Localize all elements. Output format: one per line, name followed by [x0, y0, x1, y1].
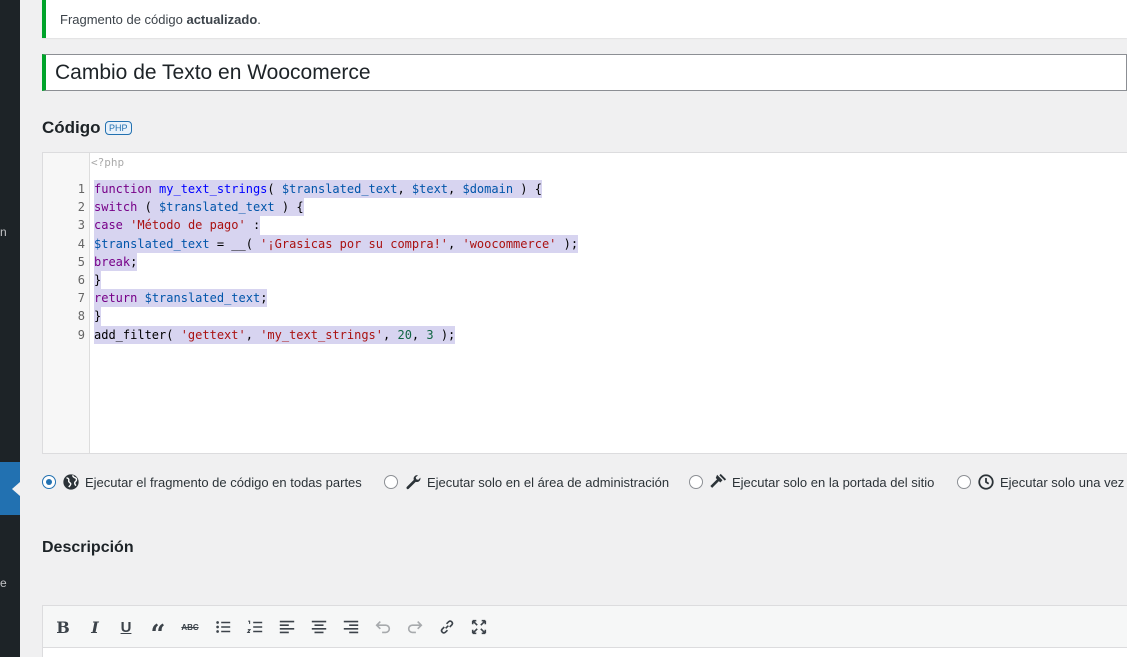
italic-button[interactable]: I [84, 616, 106, 638]
wrench-icon [404, 473, 422, 491]
code-line[interactable]: 1 function my_text_strings( $translated_t… [43, 180, 1127, 199]
code-line-text[interactable]: case 'Método de pago' : [94, 216, 261, 235]
fullscreen-button[interactable] [468, 616, 490, 638]
code-line[interactable]: 3 case 'Método de pago' : [43, 216, 1127, 235]
line-number: 5 [77, 254, 85, 269]
code-line[interactable]: 5 break; [43, 252, 1127, 271]
bullet-list-button[interactable] [212, 616, 234, 638]
clock-icon [977, 473, 995, 491]
redo-icon [407, 621, 423, 634]
insert-link-button[interactable] [436, 616, 458, 638]
code-line[interactable]: 6} [43, 270, 1127, 290]
strikethrough-button[interactable]: ABC [179, 616, 201, 638]
blockquote-button[interactable]: “ [147, 616, 169, 648]
align-right-button[interactable] [340, 616, 362, 638]
undo-icon [375, 621, 391, 634]
sidebar-menu-fragment[interactable]: n [0, 225, 7, 239]
code-line-text[interactable]: $translated_text = __( '¡Grasicas por su… [94, 234, 579, 253]
underline-button[interactable]: U [115, 616, 137, 638]
code-lines[interactable]: 1 function my_text_strings( $translated_t… [43, 180, 1127, 344]
line-number: 4 [77, 236, 85, 251]
undo-button[interactable] [372, 616, 394, 638]
bold-button[interactable]: B [52, 616, 74, 638]
scope-label-global: Ejecutar el fragmento de código en todas… [85, 474, 362, 490]
numbered-list-button[interactable] [244, 616, 266, 638]
code-line-text[interactable]: } [94, 307, 102, 326]
php-open-tag: <?php [91, 156, 125, 169]
scope-label-front: Ejecutar solo en la portada del sitio [732, 474, 935, 490]
line-number: 8 [77, 309, 85, 324]
bullet-list-icon [216, 621, 231, 633]
align-center-button[interactable] [308, 616, 330, 638]
code-line-text[interactable]: } [94, 270, 102, 290]
align-right-icon [343, 620, 359, 634]
redo-button[interactable] [404, 616, 426, 638]
scope-option-global[interactable]: Ejecutar el fragmento de código en todas… [42, 470, 362, 494]
success-notice: Fragmento de código actualizado. [42, 0, 1127, 38]
code-line[interactable]: 2 switch ( $translated_text ) { [43, 198, 1127, 217]
php-badge: PHP [105, 121, 132, 135]
code-line-text[interactable]: add_filter( 'gettext', 'my_text_strings'… [94, 325, 456, 344]
scope-radio-global[interactable] [42, 475, 56, 489]
scope-label-once: Ejecutar solo una vez [1000, 474, 1125, 490]
hammer-icon [709, 473, 727, 491]
scope-radio-once[interactable] [957, 475, 971, 489]
line-number: 2 [77, 200, 85, 215]
scope-option-admin[interactable]: Ejecutar solo en el área de administraci… [384, 470, 669, 494]
code-line[interactable]: 9 add_filter( 'gettext', 'my_text_strings… [43, 325, 1127, 344]
numbered-list-icon [246, 620, 263, 633]
align-left-button[interactable] [276, 616, 298, 638]
admin-sidebar: n e [0, 0, 20, 657]
snippet-title-input[interactable] [42, 54, 1127, 91]
code-line[interactable]: 4 $translated_text = __( '¡Grasicas por s… [43, 234, 1127, 253]
line-number: 6 [77, 272, 85, 287]
line-number: 7 [77, 291, 85, 306]
code-line-text[interactable]: return $translated_text; [94, 289, 268, 308]
scope-radio-admin[interactable] [384, 475, 398, 489]
align-center-icon [311, 620, 327, 634]
description-heading: Descripción [42, 539, 134, 556]
fullscreen-icon [471, 619, 487, 635]
code-heading: Código [42, 118, 101, 137]
code-editor[interactable]: <?php 1 function my_text_strings( $transl… [42, 152, 1127, 454]
sidebar-menu-fragment[interactable]: e [0, 576, 7, 590]
scope-option-front[interactable]: Ejecutar solo en la portada del sitio [689, 470, 934, 494]
line-number: 3 [77, 218, 85, 233]
scope-radio-front[interactable] [689, 475, 703, 489]
code-line[interactable]: 7 return $translated_text; [43, 289, 1127, 308]
link-icon [440, 620, 454, 634]
code-line[interactable]: 8} [43, 307, 1127, 326]
notice-text: Fragmento de código actualizado. [60, 12, 261, 27]
globe-icon [62, 473, 80, 491]
line-number: 9 [77, 327, 85, 342]
align-left-icon [279, 620, 295, 634]
editor-toolbar: B I U “ ABC [42, 605, 1127, 648]
scope-label-admin: Ejecutar solo en el área de administraci… [427, 474, 670, 490]
code-line-text[interactable]: break; [94, 252, 138, 271]
line-number: 1 [77, 182, 85, 196]
sidebar-active-arrow [12, 482, 20, 496]
code-line-text[interactable]: function my_text_strings( $translated_te… [94, 180, 542, 199]
description-editor-area[interactable] [42, 648, 1127, 657]
code-line-text[interactable]: switch ( $translated_text ) { [94, 198, 304, 217]
scope-option-once[interactable]: Ejecutar solo una vez [957, 470, 1124, 494]
